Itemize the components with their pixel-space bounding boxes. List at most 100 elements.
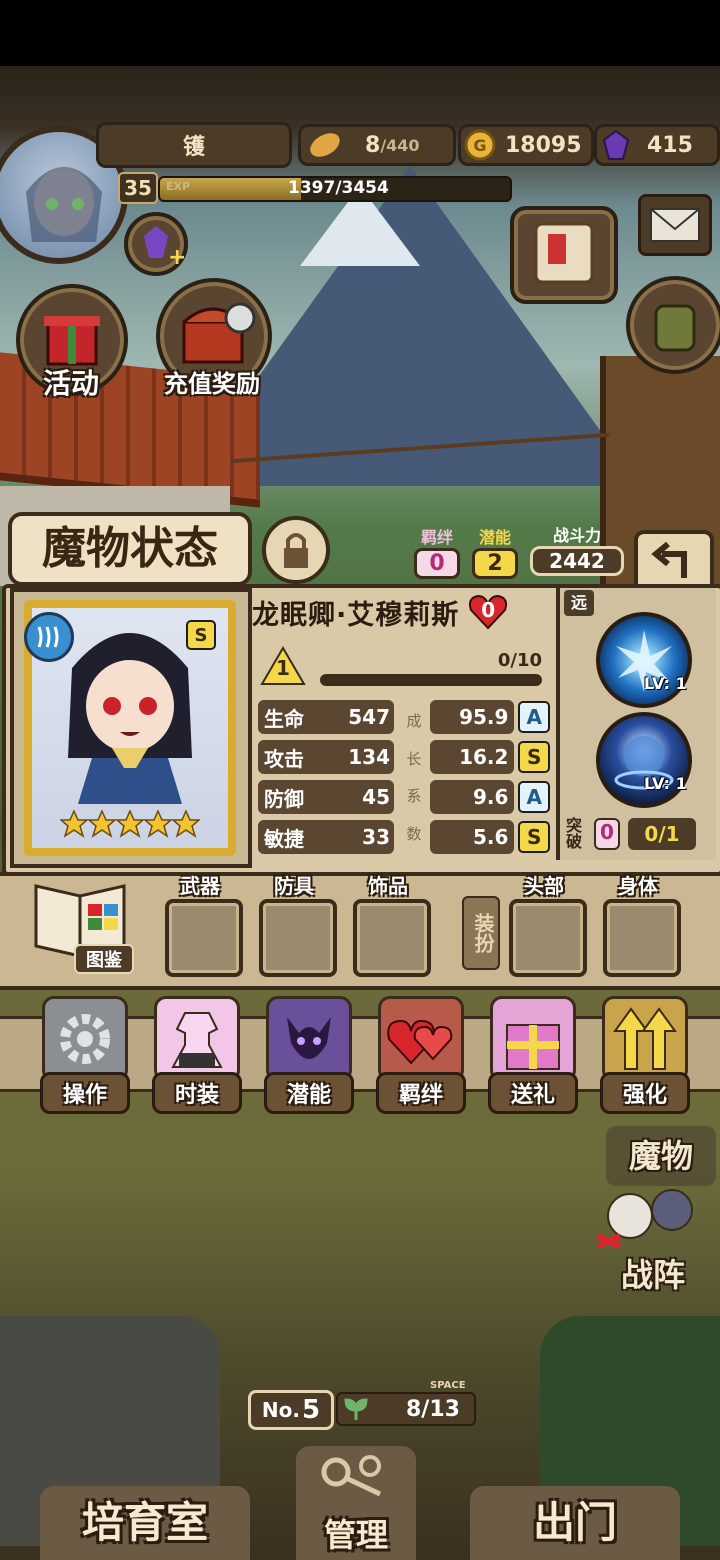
potential-box[interactable]: 潜能 2 — [472, 524, 518, 580]
stat-growth: 95.9 — [429, 700, 515, 734]
svg-text:+: + — [168, 245, 184, 270]
potential-label: 潜能 — [478, 528, 511, 547]
star-icon — [88, 810, 116, 838]
stat-base: 生命 547 — [258, 700, 394, 734]
activity-button[interactable]: 活动 — [16, 284, 128, 400]
pen-number-value: 5 — [301, 1395, 321, 1425]
accessory-slot-group[interactable]: 饰品 — [353, 870, 431, 977]
keys-icon — [321, 1455, 382, 1497]
stamina-counter[interactable]: 8 /440 — [298, 124, 456, 166]
gold-coin-icon: G — [464, 129, 496, 161]
space-capacity-value: 8/13 — [406, 1396, 460, 1422]
range-badge: 远 — [564, 590, 594, 616]
stamina-value: 8 — [365, 132, 381, 158]
water-wave-icon — [37, 626, 59, 648]
stat-base: 防御 45 — [258, 780, 394, 814]
add-gem-button[interactable]: + — [124, 212, 188, 276]
mail-button[interactable] — [638, 194, 712, 256]
go-out-tab[interactable]: 出门 — [470, 1486, 680, 1560]
monster-name-bar: 龙眠卿·艾穆莉斯 0 — [252, 590, 550, 634]
bond-button[interactable]: 羁绊 — [376, 996, 466, 1114]
demon-silhouette-icon — [287, 1017, 331, 1059]
potential-level-badge: 1 — [260, 646, 306, 686]
backpack-icon — [654, 304, 696, 352]
weapon-slot-group[interactable]: 武器 — [165, 870, 243, 977]
enhance-icon-box — [602, 996, 688, 1082]
action-buttons: 操作 时装 潜能 羁绊 送礼 强化 — [40, 996, 690, 1116]
stat-growth: 5.6 — [429, 820, 515, 854]
operate-button[interactable]: 操作 — [40, 996, 130, 1114]
star-icon — [172, 810, 200, 838]
recharge-label: 充值奖励 — [164, 370, 260, 398]
player-name: 镬 — [182, 135, 205, 160]
growth-label-char: 系 — [406, 787, 422, 806]
bond-value: 0 — [414, 548, 460, 579]
gift-icon-box — [490, 996, 576, 1082]
armor-slot[interactable] — [259, 899, 337, 977]
skill-1-button[interactable]: LV: 1 — [596, 612, 692, 708]
quest-scroll-button[interactable] — [510, 206, 618, 304]
player-name-bar: 镬 — [96, 122, 292, 168]
stat-name: 防御 — [264, 786, 304, 811]
accessory-slot[interactable] — [353, 899, 431, 977]
manage-label: 管理 — [323, 1516, 388, 1554]
head-slot-group[interactable]: 头部 — [509, 870, 587, 977]
return-arrow-icon — [651, 541, 687, 578]
portrait-card[interactable]: S — [10, 588, 252, 868]
body-slot-group[interactable]: 身体 — [603, 870, 681, 977]
power-value: 2442 — [530, 546, 624, 576]
bond-box[interactable]: 羁绊 0 — [414, 524, 460, 580]
enhance-button[interactable]: 强化 — [600, 996, 690, 1114]
game-scene: 镬 35 EXP 1397/3454 8 /440 G 18095 415 + … — [0, 66, 720, 1560]
breakthrough-value: 0 — [594, 818, 620, 850]
stat-growth: 9.6 — [429, 780, 515, 814]
skill-2-button[interactable]: LV: 1 — [596, 712, 692, 808]
stat-grade: S — [518, 821, 550, 853]
stamina-max: /440 — [380, 135, 420, 155]
manage-tab[interactable]: 管理 — [296, 1446, 416, 1560]
stat-value: 45 — [362, 785, 390, 809]
bond-label: 羁绊 — [420, 528, 453, 547]
player-level: 35 — [118, 172, 158, 204]
padlock-icon — [284, 533, 308, 568]
body-slot[interactable] — [603, 899, 681, 977]
potential-progress-text: 0/10 — [497, 650, 542, 671]
breakthrough-row[interactable]: 突破 0 0/1 — [566, 814, 706, 854]
formation-side-button[interactable]: 战阵 — [590, 1176, 716, 1296]
codex-button[interactable]: 图鉴 — [30, 866, 134, 976]
weapon-slot-label: 武器 — [180, 874, 220, 898]
head-slot-label: 头部 — [524, 874, 564, 898]
potential-level: 1 — [276, 656, 290, 680]
backpack-button[interactable] — [626, 276, 720, 374]
activity-label: 活动 — [42, 367, 99, 400]
formation-label: 战阵 — [620, 1256, 685, 1294]
stat-growth: 16.2 — [429, 740, 515, 774]
head-slot[interactable] — [509, 899, 587, 977]
gold-counter[interactable]: G 18095 — [458, 124, 594, 166]
recharge-reward-button[interactable]: 充值奖励 — [156, 278, 272, 398]
exp-bar: EXP 1397/3454 — [158, 176, 512, 202]
monster-name: 龙眠卿·艾穆莉斯 — [252, 599, 460, 631]
gear-icon — [60, 1014, 110, 1064]
dress-icon — [171, 1012, 223, 1068]
scroll-icon — [534, 222, 594, 284]
exp-value: 1397/3454 — [288, 178, 389, 198]
growth-label-char: 成 — [406, 712, 422, 731]
power-label: 战斗力 — [552, 526, 601, 545]
armor-slot-group[interactable]: 防具 — [259, 870, 337, 977]
costume-icon-box — [154, 996, 240, 1082]
codex-label: 图鉴 — [74, 944, 134, 974]
costume-button[interactable]: 时装 — [152, 996, 242, 1114]
accessory-slot-label: 饰品 — [368, 874, 408, 898]
heart-count: 0 — [481, 598, 496, 622]
lock-button[interactable] — [262, 516, 330, 584]
gem-counter[interactable]: 415 — [594, 124, 720, 166]
gift-button[interactable]: 送礼 — [488, 996, 578, 1114]
stat-value: 547 — [348, 705, 390, 729]
nursery-tab[interactable]: 培育室 — [40, 1486, 250, 1560]
exp-label: EXP — [166, 180, 191, 193]
potential-button[interactable]: 潜能 — [264, 996, 354, 1114]
weapon-slot[interactable] — [165, 899, 243, 977]
potential-value: 2 — [472, 548, 518, 579]
stat-grade: S — [518, 741, 550, 773]
